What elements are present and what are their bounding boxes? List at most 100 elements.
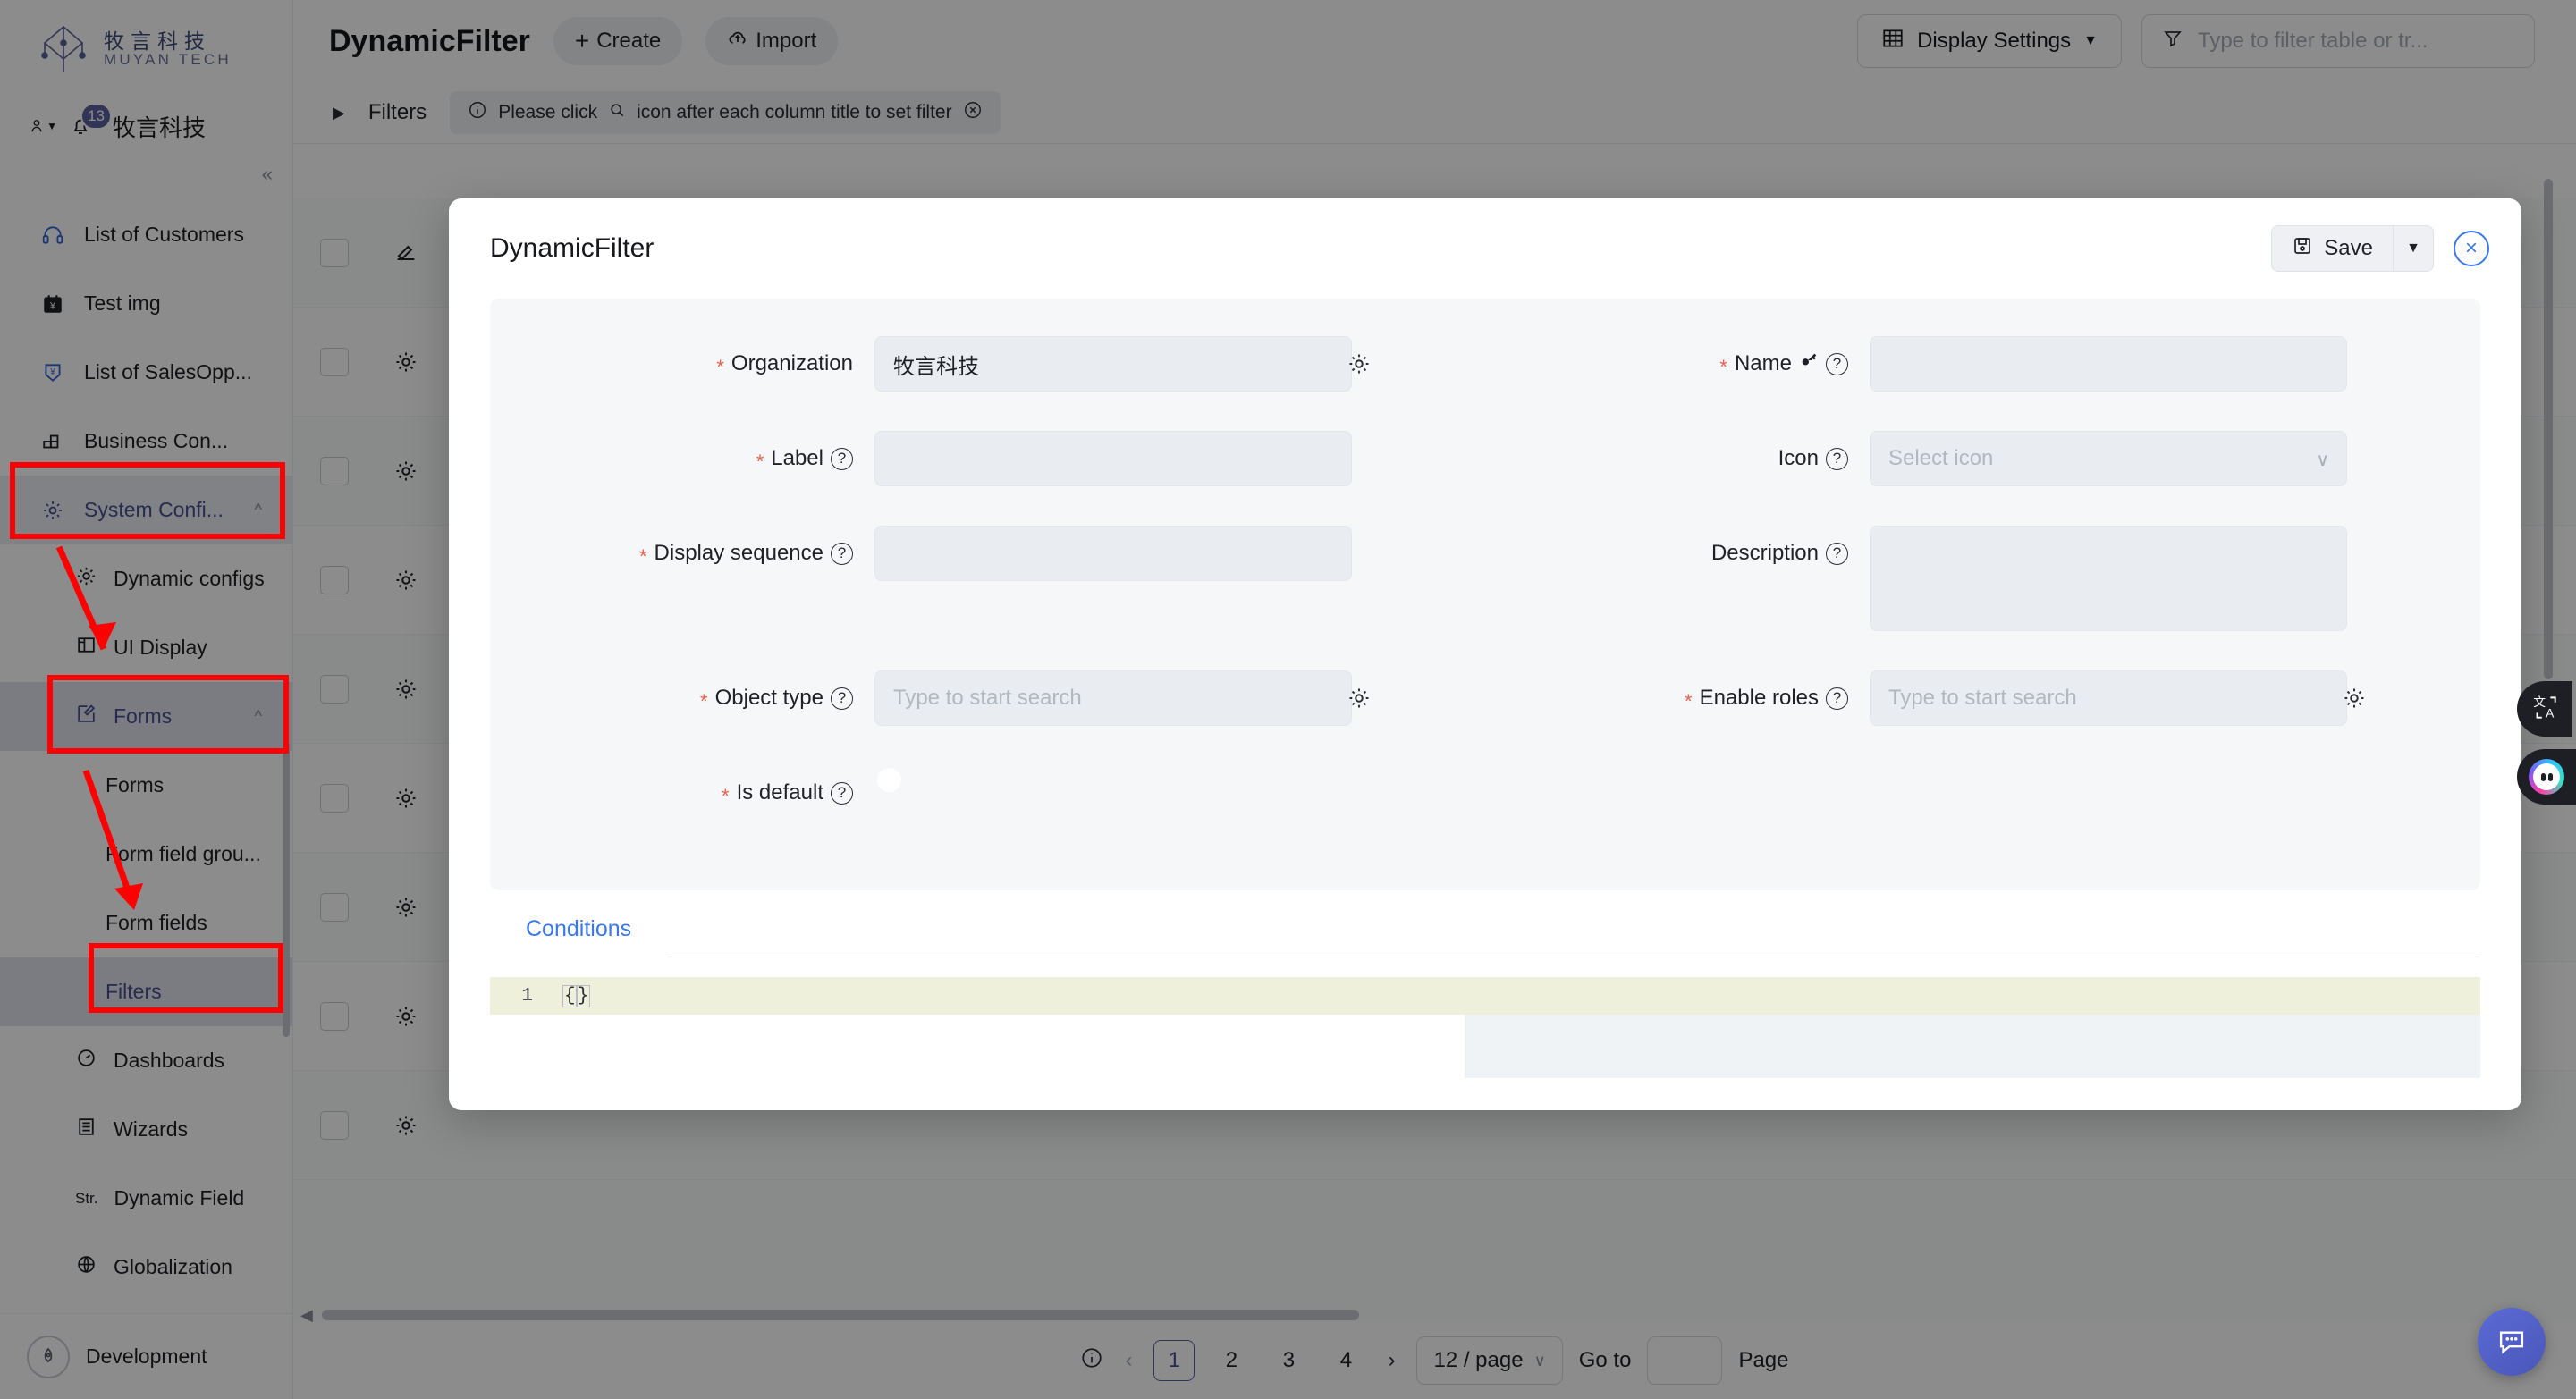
table-filter-input[interactable]: Type to filter table or tr... xyxy=(2141,14,2535,68)
row-checkbox[interactable] xyxy=(320,348,349,376)
help-icon[interactable]: ? xyxy=(831,448,853,470)
sidebar-item-list-of-customers[interactable]: List of Customers xyxy=(0,200,292,269)
sidebar-scrollbar[interactable] xyxy=(283,742,290,1037)
label-input[interactable] xyxy=(874,431,1352,486)
help-icon[interactable]: ? xyxy=(831,687,853,710)
sidebar-item-filters[interactable]: Filters xyxy=(0,957,292,1026)
create-button[interactable]: + Create xyxy=(553,17,682,65)
user-bar: ▼ 13 牧言科技 xyxy=(0,98,292,154)
row-checkbox[interactable] xyxy=(320,784,349,813)
sidebar-item-label: Dashboards xyxy=(114,1049,224,1073)
display-sequence-input[interactable] xyxy=(874,526,1352,581)
sidebar-footer-development[interactable]: Development xyxy=(0,1313,292,1399)
import-button[interactable]: Import xyxy=(705,17,838,65)
pagination-page-2[interactable]: 2 xyxy=(1211,1340,1252,1381)
user-account-icon[interactable]: ▼ xyxy=(30,114,57,138)
sidebar-item-wizards[interactable]: Wizards xyxy=(0,1095,292,1164)
pagination-page-1[interactable]: 1 xyxy=(1153,1340,1195,1381)
help-icon[interactable]: ? xyxy=(1826,543,1848,565)
gear-icon[interactable] xyxy=(393,895,418,920)
sidebar-item-list-of-salesopportunities[interactable]: ¥ List of SalesOpp... xyxy=(0,338,292,407)
gear-icon[interactable] xyxy=(393,1004,418,1029)
sidebar-item-dynamic-field[interactable]: Str. Dynamic Field xyxy=(0,1164,292,1233)
field-label-text: Label xyxy=(771,431,823,486)
save-button[interactable]: Save xyxy=(2271,225,2393,272)
conditions-code-editor[interactable]: 1 {} xyxy=(490,977,2480,1078)
sidebar-item-system-configuration[interactable]: System Confi... ^ xyxy=(0,476,292,544)
gear-icon[interactable] xyxy=(393,1113,418,1138)
description-textarea[interactable] xyxy=(1870,526,2347,631)
row-checkbox[interactable] xyxy=(320,1002,349,1031)
scrollbar-thumb[interactable] xyxy=(322,1310,1359,1320)
gear-icon[interactable] xyxy=(1347,351,1372,381)
row-checkbox[interactable] xyxy=(320,566,349,594)
object-type-input[interactable]: Type to start search xyxy=(874,670,1352,726)
pagination-page-3[interactable]: 3 xyxy=(1268,1340,1309,1381)
form-row: * Is default ? xyxy=(490,765,2480,860)
row-checkbox[interactable] xyxy=(320,675,349,704)
sidebar-item-form-field-groups[interactable]: Form field grou... xyxy=(0,820,292,889)
chevron-right-icon[interactable]: ▶ xyxy=(333,104,345,122)
gear-icon[interactable] xyxy=(393,459,418,484)
row-checkbox[interactable] xyxy=(320,1111,349,1140)
help-icon[interactable]: ? xyxy=(831,543,853,565)
help-icon[interactable]: ? xyxy=(831,782,853,805)
translate-button[interactable]: 文 A xyxy=(2517,681,2572,737)
brand-logo-area: 牧言科技 MUYAN TECH xyxy=(0,0,292,98)
sidebar-item-forms[interactable]: Forms ^ xyxy=(0,682,292,751)
pagination-info-icon[interactable] xyxy=(1080,1346,1103,1376)
close-icon[interactable]: × xyxy=(2454,231,2489,266)
editor-line-text[interactable]: {} xyxy=(549,986,589,1007)
row-checkbox[interactable] xyxy=(320,239,349,267)
sidebar-item-globalization[interactable]: Globalization xyxy=(0,1233,292,1302)
pagination-prev[interactable]: ‹ xyxy=(1119,1348,1137,1373)
pagination: ‹ 1 2 3 4 › 12 / page ∨ Go to Page xyxy=(293,1322,2576,1399)
help-icon[interactable]: ? xyxy=(1826,353,1848,375)
tab-conditions[interactable]: Conditions xyxy=(490,900,667,957)
organization-input[interactable]: 牧言科技 xyxy=(874,336,1352,392)
name-input[interactable] xyxy=(1870,336,2347,392)
sidebar-item-forms-child[interactable]: Forms xyxy=(0,751,292,820)
gear-icon[interactable] xyxy=(393,677,418,702)
sidebar-item-dashboards[interactable]: Dashboards xyxy=(0,1026,292,1095)
sidebar-item-business-configuration[interactable]: Business Con... xyxy=(0,407,292,476)
calendar-yen-icon: ¥ xyxy=(39,291,66,317)
notifications-bell[interactable]: 13 xyxy=(69,113,96,139)
enable-roles-input[interactable]: Type to start search xyxy=(1870,670,2347,726)
help-icon[interactable]: ? xyxy=(1826,448,1848,470)
icon-select[interactable]: Select icon xyxy=(1870,431,2347,486)
table-horizontal-scrollbar[interactable]: ◀ xyxy=(311,1308,2549,1322)
chevron-down-icon: ∨ xyxy=(1534,1352,1546,1370)
sidebar-item-form-fields[interactable]: Form fields xyxy=(0,889,292,957)
assistant-button[interactable] xyxy=(2517,749,2576,805)
gear-icon[interactable] xyxy=(2342,686,2367,715)
chat-support-button[interactable] xyxy=(2478,1308,2546,1376)
gear-icon[interactable] xyxy=(393,786,418,811)
display-settings-button[interactable]: Display Settings ▼ xyxy=(1857,14,2122,68)
row-checkbox[interactable] xyxy=(320,893,349,922)
table-vertical-scrollbar[interactable] xyxy=(2544,179,2553,679)
pencil-icon[interactable] xyxy=(393,240,418,265)
funnel-icon xyxy=(2162,28,2183,55)
sidebar-item-test-img[interactable]: ¥ Test img xyxy=(0,269,292,338)
gear-icon[interactable] xyxy=(393,350,418,375)
goto-page-input[interactable] xyxy=(1647,1336,1722,1385)
page-size-value: 12 / page xyxy=(1433,1348,1523,1373)
sidebar-item-label: Wizards xyxy=(114,1117,188,1142)
page-size-select[interactable]: 12 / page ∨ xyxy=(1416,1336,1562,1385)
search-icon xyxy=(608,101,626,124)
row-checkbox[interactable] xyxy=(320,457,349,485)
chevron-double-left-icon[interactable]: « xyxy=(262,163,269,186)
editor-empty-area[interactable] xyxy=(490,1015,2480,1078)
gear-icon[interactable] xyxy=(1347,686,1372,715)
help-icon[interactable]: ? xyxy=(1826,687,1848,710)
sidebar-collapse-row: « xyxy=(0,154,292,195)
sidebar-item-dynamic-configs[interactable]: Dynamic configs xyxy=(0,544,292,613)
gear-icon[interactable] xyxy=(393,568,418,593)
sidebar-item-ui-display[interactable]: UI Display xyxy=(0,613,292,682)
close-hint-icon[interactable] xyxy=(963,100,983,125)
pagination-next[interactable]: › xyxy=(1382,1348,1400,1373)
save-dropdown-button[interactable]: ▼ xyxy=(2393,225,2434,272)
field-display-sequence: * Display sequence ? xyxy=(490,526,1485,670)
pagination-page-4[interactable]: 4 xyxy=(1325,1340,1366,1381)
